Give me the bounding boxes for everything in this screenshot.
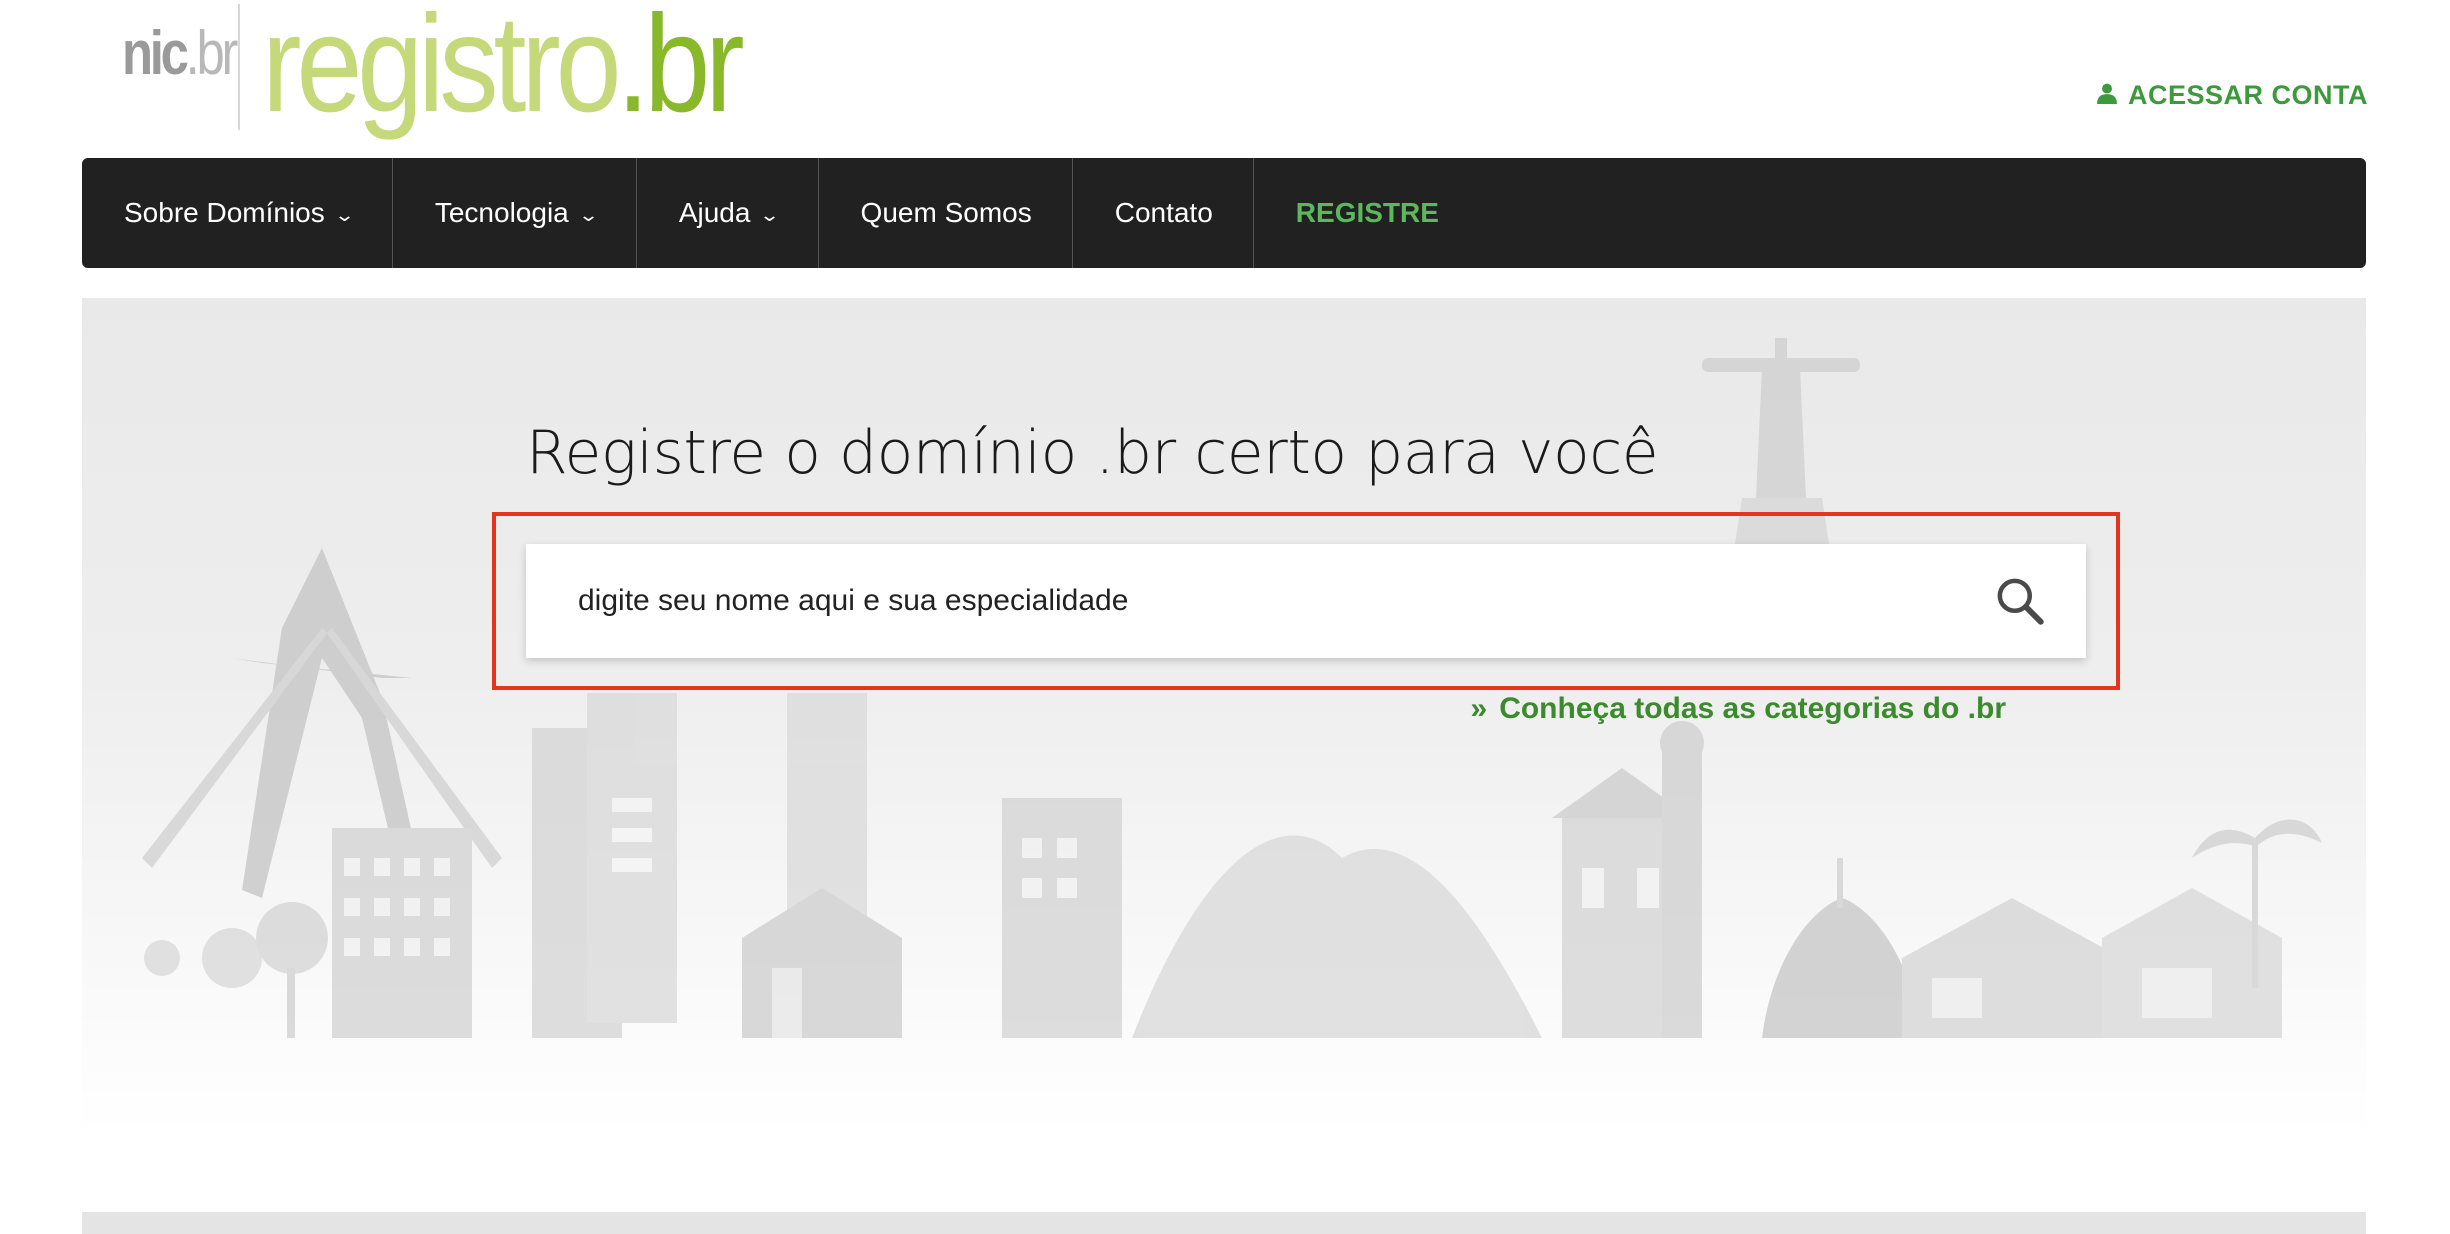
nav-item-sobre-dominios[interactable]: Sobre Domínios ⌄ — [82, 158, 393, 268]
nav-label: Sobre Domínios — [124, 197, 325, 228]
hero-title: Registre o domínio .br certo para você — [526, 418, 1659, 488]
main-nav: Sobre Domínios ⌄ Tecnologia ⌄ Ajuda ⌄ Quem … — [82, 158, 2366, 268]
nav-label: Tecnologia — [434, 197, 569, 228]
user-icon — [2096, 80, 2118, 111]
site-header: nic.br registro.br ACESSAR CONTA — [0, 0, 2450, 158]
nav-label: REGISTRE — [1295, 197, 1439, 228]
nav-label: Contato — [1114, 197, 1213, 228]
raquo-icon: » — [1470, 692, 1488, 725]
domain-search-input[interactable] — [526, 544, 1970, 658]
nav-item-ajuda[interactable]: Ajuda ⌄ — [637, 158, 819, 268]
nav-label: Quem Somos — [860, 197, 1032, 228]
domain-search-bar — [526, 544, 2086, 658]
nav-item-contato[interactable]: Contato — [1073, 158, 1254, 268]
search-button[interactable] — [1970, 544, 2070, 658]
chevron-down-icon: ⌄ — [577, 204, 599, 225]
chevron-down-icon: ⌄ — [759, 204, 781, 225]
nav-item-tecnologia[interactable]: Tecnologia ⌄ — [393, 158, 637, 268]
chevron-down-icon: ⌄ — [333, 204, 355, 225]
hero-section: Registre o domínio .br certo para você »… — [82, 298, 2366, 1136]
nav-label: Ajuda — [678, 197, 751, 228]
search-icon — [1997, 578, 2044, 625]
categories-link-label: Conheça todas as categorias do .br — [1499, 692, 2006, 725]
categories-link[interactable]: » Conheça todas as categorias do .br — [1471, 692, 2007, 726]
account-link[interactable]: ACESSAR CONTA — [2096, 80, 2368, 111]
nav-item-registre[interactable]: REGISTRE — [1254, 158, 1479, 268]
logo-divider — [238, 4, 240, 130]
nic-br-logo[interactable]: nic.br — [122, 18, 238, 89]
footer-bar — [82, 1212, 2366, 1234]
nav-item-quem-somos[interactable]: Quem Somos — [819, 158, 1073, 268]
registro-br-logo[interactable]: registro.br — [262, 0, 745, 137]
account-label: ACESSAR CONTA — [2127, 80, 2368, 110]
